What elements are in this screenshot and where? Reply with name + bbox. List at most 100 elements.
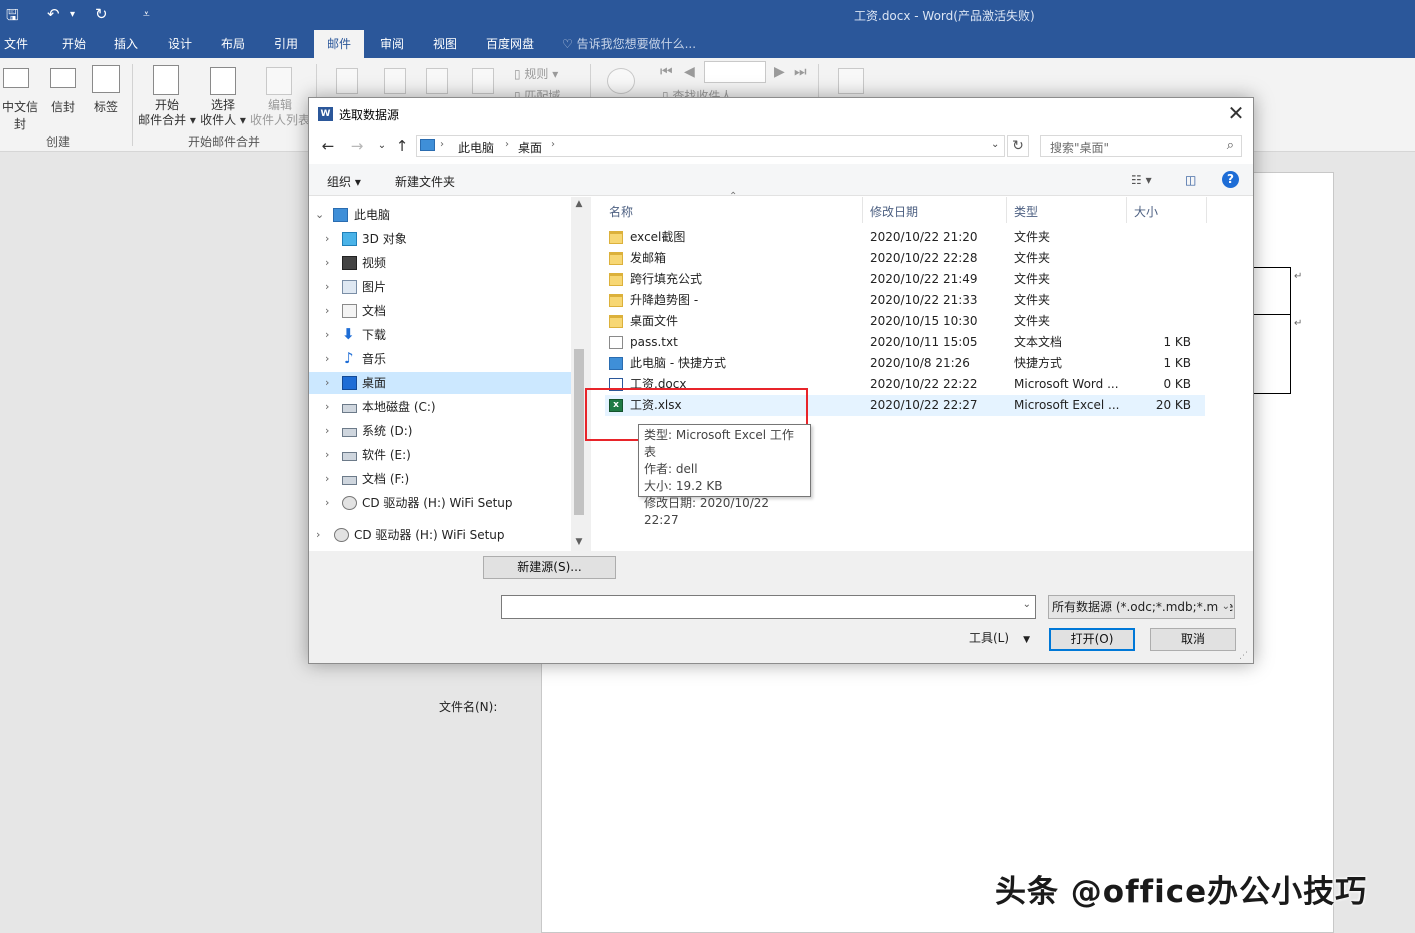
chevron-right-icon[interactable]: ›	[325, 324, 337, 346]
chevron-right-icon[interactable]: ›	[325, 276, 337, 298]
file-row[interactable]: 升降趋势图 - 2020/10/22 21:33 文件夹	[605, 290, 1205, 311]
start-mail-merge-icon[interactable]	[153, 65, 179, 95]
scroll-up-icon[interactable]: ▲	[571, 199, 587, 209]
start-mail-merge-button[interactable]: 开始 邮件合并 ▾	[138, 98, 196, 128]
nav-item-cd-drive-root[interactable]: › CD 驱动器 (H:) WiFi Setup	[309, 524, 571, 546]
tab-design[interactable]: 设计	[158, 30, 202, 58]
customize-toolbar-icon[interactable]: ⩡	[143, 7, 150, 22]
chevron-right-icon[interactable]: ›	[325, 372, 337, 394]
column-divider[interactable]	[1126, 197, 1127, 223]
tab-file[interactable]: 文件	[0, 30, 32, 58]
chevron-right-icon[interactable]: ›	[325, 396, 337, 418]
nav-item-drive-c[interactable]: › 本地磁盘 (C:)	[309, 396, 571, 418]
undo-icon[interactable]: ↶	[47, 5, 60, 23]
tab-insert[interactable]: 插入	[104, 30, 148, 58]
nav-item-3d-objects[interactable]: › 3D 对象	[309, 228, 571, 250]
view-options-icon[interactable]: ☷ ▾	[1131, 173, 1152, 187]
chevron-right-icon[interactable]: ›	[325, 300, 337, 322]
breadcrumb-desktop[interactable]: 桌面	[518, 139, 542, 156]
organize-button[interactable]: 组织 ▾	[327, 173, 361, 190]
envelope-icon[interactable]	[50, 68, 76, 88]
search-input[interactable]: 搜索"桌面" ⌕	[1040, 135, 1242, 157]
chevron-right-icon[interactable]: ›	[316, 524, 328, 546]
labels-icon[interactable]	[92, 65, 120, 93]
open-button[interactable]: 打开(O)	[1049, 628, 1135, 651]
column-divider[interactable]	[862, 197, 863, 223]
chevron-right-icon[interactable]: ›	[325, 228, 337, 250]
file-row[interactable]: 桌面文件 2020/10/15 10:30 文件夹	[605, 311, 1205, 332]
nav-item-this-pc[interactable]: ⌄ 此电脑	[309, 204, 571, 226]
redo-icon[interactable]: ↻	[95, 5, 108, 23]
nav-item-drive-d[interactable]: › 系统 (D:)	[309, 420, 571, 442]
recent-locations-dropdown-icon[interactable]: ⌄	[372, 136, 392, 156]
back-arrow-icon[interactable]: ←	[318, 136, 338, 156]
chinese-envelope-button[interactable]: 中文信封	[0, 98, 42, 132]
folder-icon	[609, 294, 623, 307]
up-arrow-icon[interactable]: ↑	[392, 136, 412, 156]
ribbon-tabs: 文件 开始 插入 设计 布局 引用 邮件 审阅 视图 百度网盘 ♡ 告诉我您想要…	[0, 30, 1415, 58]
help-icon[interactable]: ?	[1222, 171, 1239, 188]
column-header-modified[interactable]: 修改日期	[870, 203, 918, 220]
file-row[interactable]: excel截图 2020/10/22 21:20 文件夹	[605, 227, 1205, 248]
scrollbar-thumb[interactable]	[574, 349, 584, 515]
chevron-right-icon[interactable]: ›	[325, 468, 337, 490]
refresh-icon[interactable]: ↻	[1007, 135, 1029, 157]
nav-scrollbar[interactable]: ▲ ▼	[571, 197, 587, 551]
chinese-envelope-icon[interactable]	[3, 68, 29, 88]
nav-item-documents[interactable]: › 文档	[309, 300, 571, 322]
envelopes-button[interactable]: 信封	[48, 98, 78, 115]
chevron-right-icon[interactable]: ›	[325, 444, 337, 466]
column-header-type[interactable]: 类型	[1014, 203, 1038, 220]
sort-arrow-icon: ⌃	[729, 191, 738, 202]
tools-dropdown[interactable]: 工具(L) ▼	[969, 629, 1030, 646]
tab-references[interactable]: 引用	[264, 30, 308, 58]
filename-input[interactable]: ⌄	[501, 595, 1036, 619]
cancel-button[interactable]: 取消	[1150, 628, 1236, 651]
select-recipients-icon[interactable]	[210, 67, 236, 95]
chevron-right-icon[interactable]: ›	[325, 252, 337, 274]
nav-item-videos[interactable]: › 视频	[309, 252, 571, 274]
address-dropdown-icon[interactable]: ⌄	[991, 139, 999, 150]
file-row[interactable]: pass.txt 2020/10/11 15:05 文本文档 1 KB	[605, 332, 1205, 353]
nav-item-downloads[interactable]: › ⬇ 下载	[309, 324, 571, 346]
column-divider[interactable]	[1206, 197, 1207, 223]
undo-dropdown-icon[interactable]: ▾	[70, 9, 75, 20]
nav-item-drive-e[interactable]: › 软件 (E:)	[309, 444, 571, 466]
chevron-right-icon[interactable]: ›	[325, 492, 337, 514]
chevron-down-icon[interactable]: ⌄	[315, 204, 327, 226]
new-folder-button[interactable]: 新建文件夹	[395, 173, 455, 190]
address-bar[interactable]: › 此电脑 › 桌面 › ⌄	[416, 135, 1005, 157]
scroll-down-icon[interactable]: ▼	[571, 537, 587, 547]
tab-home[interactable]: 开始	[52, 30, 96, 58]
nav-item-music[interactable]: › ♪ 音乐	[309, 348, 571, 370]
tell-me-box[interactable]: ♡ 告诉我您想要做什么...	[562, 30, 696, 58]
tab-baidu-netdisk[interactable]: 百度网盘	[478, 30, 542, 58]
new-source-button[interactable]: 新建源(S)...	[483, 556, 616, 579]
close-icon[interactable]: ✕	[1221, 101, 1251, 127]
forward-arrow-icon[interactable]: →	[347, 136, 367, 156]
resize-grip-icon[interactable]: ⋰	[1239, 651, 1248, 661]
file-row[interactable]: 跨行填充公式 2020/10/22 21:49 文件夹	[605, 269, 1205, 290]
tab-mailings[interactable]: 邮件	[314, 30, 364, 58]
column-divider[interactable]	[1006, 197, 1007, 223]
file-row[interactable]: 发邮箱 2020/10/22 22:28 文件夹	[605, 248, 1205, 269]
file-type-filter-select[interactable]: 所有数据源 (*.odc;*.mdb;*.mde ⌄	[1048, 595, 1235, 619]
chevron-down-icon[interactable]: ⌄	[1023, 599, 1031, 610]
nav-item-pictures[interactable]: › 图片	[309, 276, 571, 298]
breadcrumb-this-pc[interactable]: 此电脑	[458, 139, 494, 156]
save-icon[interactable]: 🖫	[6, 5, 19, 30]
tab-layout[interactable]: 布局	[211, 30, 255, 58]
select-recipients-button[interactable]: 选择 收件人 ▾	[198, 98, 248, 128]
tab-review[interactable]: 审阅	[370, 30, 414, 58]
tab-view[interactable]: 视图	[423, 30, 467, 58]
column-header-name[interactable]: 名称	[609, 203, 633, 220]
file-row[interactable]: 此电脑 - 快捷方式 2020/10/8 21:26 快捷方式 1 KB	[605, 353, 1205, 374]
nav-item-drive-f[interactable]: › 文档 (F:)	[309, 468, 571, 490]
preview-pane-icon[interactable]: ◫	[1185, 173, 1196, 187]
column-header-size[interactable]: 大小	[1134, 203, 1158, 220]
chevron-right-icon[interactable]: ›	[325, 348, 337, 370]
chevron-right-icon[interactable]: ›	[325, 420, 337, 442]
nav-item-desktop[interactable]: › 桌面	[309, 372, 571, 394]
labels-button[interactable]: 标签	[90, 98, 122, 115]
nav-item-cd-drive[interactable]: › CD 驱动器 (H:) WiFi Setup	[309, 492, 571, 514]
